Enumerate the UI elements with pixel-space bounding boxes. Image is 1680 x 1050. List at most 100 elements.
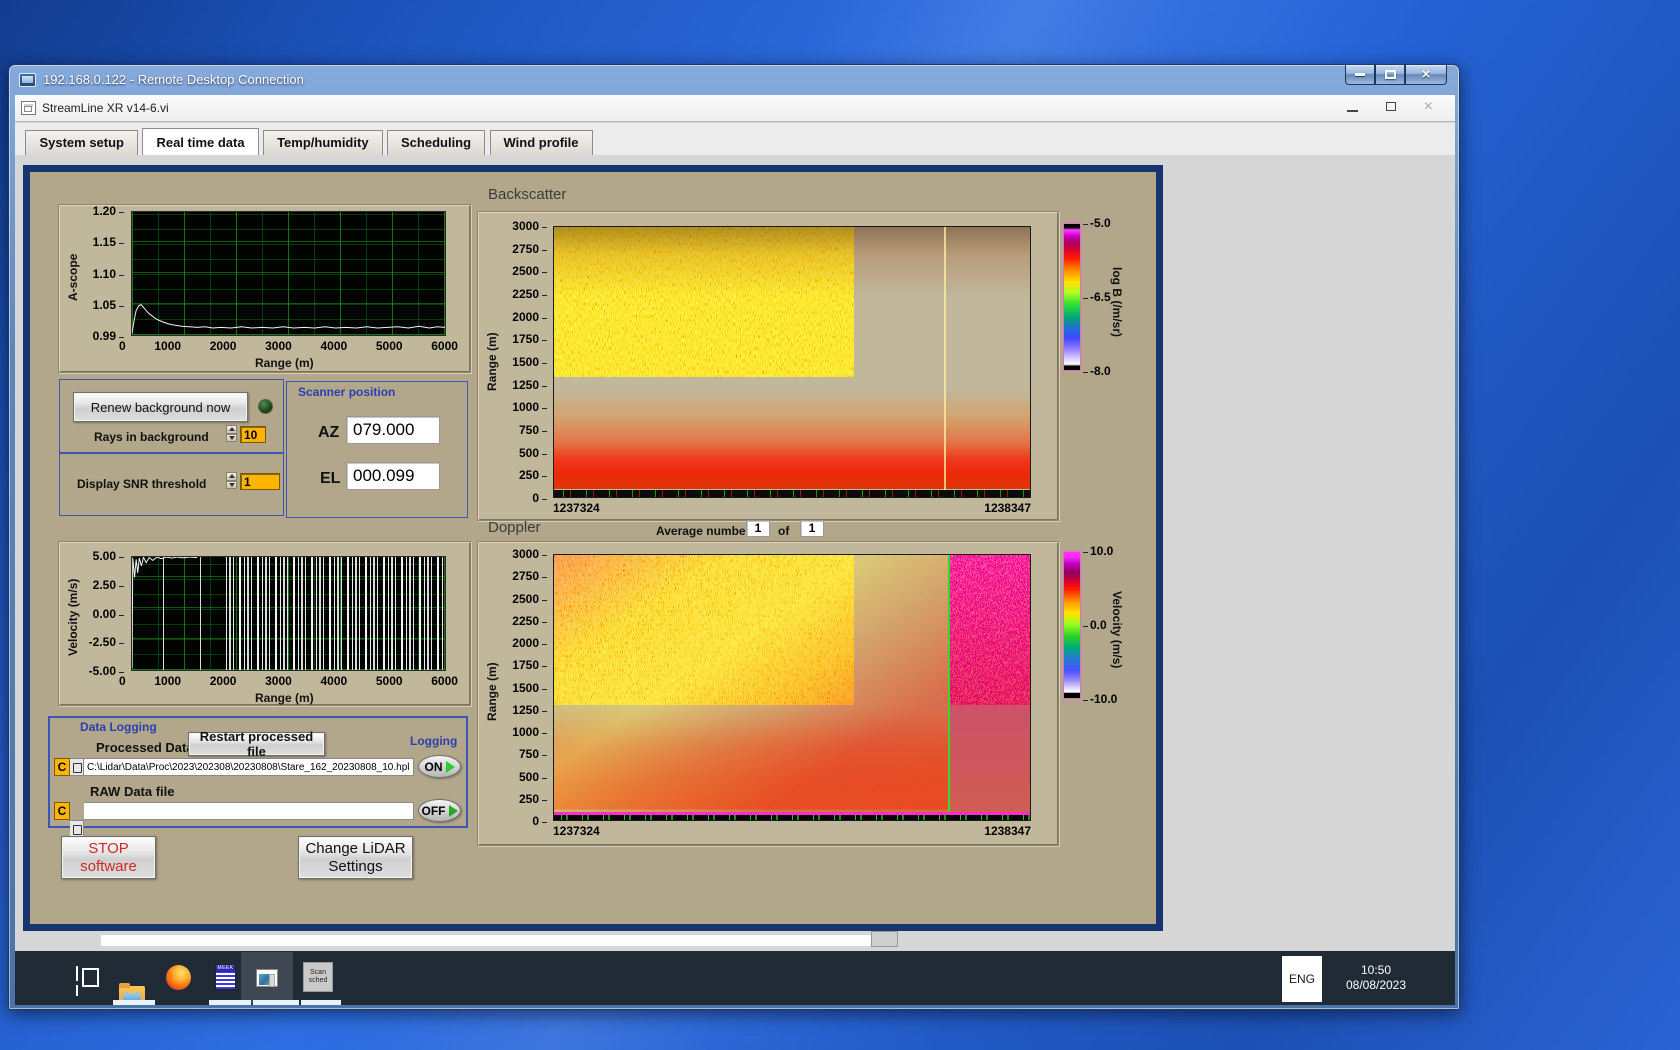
tick-label: 3000 bbox=[265, 339, 292, 353]
el-label: EL bbox=[320, 470, 341, 487]
tick-label: 1238347 bbox=[984, 824, 1031, 838]
tick-label: 1.05 bbox=[93, 299, 124, 311]
tick-label: 1238347 bbox=[984, 501, 1031, 515]
rdp-window: 192.168.0.122 - Remote Desktop Connectio… bbox=[8, 64, 1460, 1010]
maximize-icon bbox=[1384, 70, 1396, 79]
tick-label: 1.15 bbox=[93, 236, 124, 248]
tick-label: 1237324 bbox=[553, 501, 600, 515]
close-button[interactable]: × bbox=[1405, 65, 1447, 85]
desktop: { "rdp": { "title": "192.168.0.122 - Rem… bbox=[0, 0, 1680, 1050]
rdp-window-title: 192.168.0.122 - Remote Desktop Connectio… bbox=[43, 72, 304, 87]
task-view-icon[interactable] bbox=[76, 968, 99, 987]
vi-minimize-icon[interactable] bbox=[1346, 110, 1358, 112]
language-indicator[interactable]: ENG bbox=[1282, 956, 1322, 1002]
doppler-title: Doppler bbox=[488, 519, 541, 536]
average-current-field[interactable]: 1 bbox=[746, 520, 770, 537]
tab-scheduling[interactable]: Scheduling bbox=[387, 130, 486, 155]
processed-logging-toggle[interactable]: ON bbox=[418, 755, 461, 778]
vi-restore-icon[interactable] bbox=[1385, 99, 1400, 111]
change-lidar-settings-button[interactable]: Change LiDAR Settings bbox=[298, 836, 413, 879]
tick-label: 750 bbox=[519, 748, 547, 760]
raw-path-field[interactable] bbox=[84, 802, 414, 820]
raw-drive-badge[interactable]: C bbox=[54, 802, 70, 820]
renew-led-indicator bbox=[258, 399, 273, 414]
running-indicator bbox=[113, 1000, 155, 1005]
vi-close-icon[interactable]: × bbox=[1424, 98, 1433, 114]
average-total-field[interactable]: 1 bbox=[800, 520, 824, 537]
tick-label: 2000 bbox=[512, 311, 547, 323]
tick-label: 1500 bbox=[512, 356, 547, 368]
snr-value-field[interactable]: 1 bbox=[240, 473, 280, 490]
rdp-titlebar[interactable]: 192.168.0.122 - Remote Desktop Connectio… bbox=[9, 65, 1459, 94]
tick-label: 2500 bbox=[512, 593, 547, 605]
rays-value-field[interactable]: 10 bbox=[240, 426, 266, 443]
velocity-xlabel: Range (m) bbox=[255, 691, 314, 705]
velocity-xticks: 0 1000 2000 3000 4000 5000 6000 bbox=[119, 675, 458, 687]
logging-label: Logging bbox=[410, 734, 458, 748]
tick-label: -2.50 bbox=[89, 636, 124, 648]
processed-path-field[interactable]: C:\Lidar\Data\Proc\2023\202308\20230808\… bbox=[84, 758, 414, 776]
average-number-label: Average number bbox=[656, 524, 751, 538]
tab-system-setup[interactable]: System setup bbox=[25, 130, 138, 155]
processed-browse-icon[interactable] bbox=[70, 758, 84, 776]
tick-label: 3000 bbox=[512, 548, 547, 560]
background-window-tile bbox=[871, 931, 898, 947]
doppler-right-block bbox=[949, 555, 1030, 820]
doppler-heatmap bbox=[553, 554, 1031, 821]
scan-label-2: sched bbox=[308, 977, 328, 984]
tick-label: 750 bbox=[519, 424, 547, 436]
scan-scheduler-icon[interactable]: Scan sched bbox=[303, 962, 333, 992]
tab-temp-humidity[interactable]: Temp/humidity bbox=[263, 130, 383, 155]
processed-drive-badge[interactable]: C bbox=[54, 758, 70, 776]
tick-label: 1250 bbox=[512, 379, 547, 391]
scanner-position-box bbox=[286, 381, 468, 518]
rdp-window-controls: × bbox=[1345, 65, 1447, 85]
velocity-plot bbox=[131, 556, 446, 671]
doppler-ylabel: Range (m) bbox=[485, 662, 499, 722]
snr-threshold-label: Display SNR threshold bbox=[77, 477, 207, 491]
raw-logging-toggle[interactable]: OFF bbox=[418, 799, 461, 822]
tick-label: 2500 bbox=[512, 265, 547, 277]
colorbar-tick: -5.0 bbox=[1083, 217, 1111, 229]
main-panel: A-scope 1.20 1.15 1.10 1.05 0.99 0 1000 2000 30… bbox=[23, 165, 1163, 931]
tick-label: 500 bbox=[519, 447, 547, 459]
vi-titlebar[interactable]: StreamLine XR v14-6.vi bbox=[15, 95, 1455, 122]
tab-wind-profile[interactable]: Wind profile bbox=[489, 130, 593, 155]
doppler-yticks: 3000 2750 2500 2250 2000 1750 1500 1250 1000 750 5… bbox=[509, 548, 547, 827]
renew-background-button[interactable]: Renew background now bbox=[73, 392, 248, 422]
backscatter-heatmap bbox=[553, 226, 1031, 498]
colorbar-tick: 10.0 bbox=[1083, 545, 1113, 557]
tick-label: 2250 bbox=[512, 615, 547, 627]
vi-window-controls: × bbox=[1346, 98, 1433, 114]
backscatter-xticks: 1237324 1238347 bbox=[553, 502, 1031, 514]
clock[interactable]: 10:50 08/08/2023 bbox=[1331, 963, 1421, 993]
maximize-button[interactable] bbox=[1375, 65, 1405, 85]
backscatter-ylabel: Range (m) bbox=[485, 332, 499, 392]
backscatter-yticks: 3000 2750 2500 2250 2000 1750 1500 1250 1000 750 5… bbox=[509, 220, 547, 504]
az-label: AZ bbox=[318, 424, 340, 441]
tick-label: 0 bbox=[119, 339, 126, 353]
vi-window-title: StreamLine XR v14-6.vi bbox=[42, 101, 169, 115]
tick-label: 1.20 bbox=[93, 205, 124, 217]
velocity-yticks: 5.00 2.50 0.00 -2.50 -5.00 bbox=[82, 550, 124, 677]
tick-label: 2000 bbox=[512, 637, 547, 649]
doppler-ground-row bbox=[554, 812, 1030, 820]
minimize-button[interactable] bbox=[1345, 65, 1375, 85]
tick-label: 1000 bbox=[154, 674, 182, 688]
doppler-gradient-overlay bbox=[554, 555, 950, 820]
striped-document-icon[interactable] bbox=[215, 964, 236, 990]
rays-spinner[interactable] bbox=[226, 425, 237, 442]
tick-label: 1250 bbox=[512, 704, 547, 716]
change-line2: Settings bbox=[328, 857, 383, 875]
tab-real-time-data[interactable]: Real time data bbox=[142, 128, 259, 155]
raw-data-file-label: RAW Data file bbox=[90, 784, 175, 799]
velocity-ylabel: Velocity (m/s) bbox=[66, 578, 80, 656]
doppler-right-tint bbox=[949, 555, 1030, 820]
firefox-icon[interactable] bbox=[166, 965, 191, 990]
doppler-green-marker-line bbox=[948, 555, 951, 812]
labview-app-button[interactable] bbox=[241, 952, 293, 1004]
tick-label: 1000 bbox=[154, 339, 182, 353]
snr-spinner[interactable] bbox=[226, 472, 237, 489]
stop-software-button[interactable]: STOP software bbox=[61, 836, 156, 879]
restart-processed-file-button[interactable]: Restart processed file bbox=[188, 729, 325, 759]
